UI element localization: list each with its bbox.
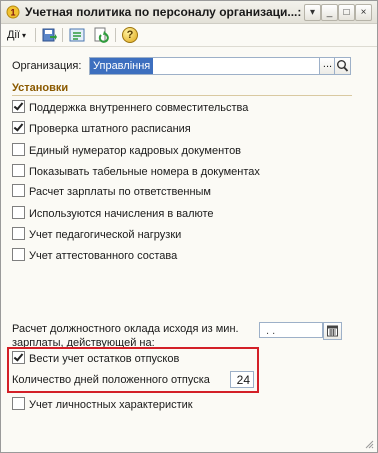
window: 1 Учетная политика по персоналу организа… (0, 0, 378, 453)
checkbox-label: Расчет зарплаты по ответственным (29, 186, 211, 198)
chevron-down-icon: ▾ (21, 31, 26, 40)
vacation-days-label: Количество дней положенного отпуска (12, 374, 210, 386)
checkbox-label: Учет педагогической нагрузки (29, 229, 182, 241)
checkbox[interactable] (12, 248, 25, 261)
checkbox[interactable] (12, 164, 25, 177)
setting-checkbox-row[interactable]: Расчет зарплаты по ответственным (12, 184, 211, 200)
vacation-tracking-row[interactable]: Вести учет остатков отпусков (12, 351, 179, 367)
vacation-days-input[interactable]: 24 (230, 371, 254, 388)
personal-traits-label: Учет личностных характеристик (29, 399, 193, 411)
salary-calc-label: Расчет должностного оклада исходя из мин… (12, 323, 239, 349)
dropdown-icon[interactable]: ▾ (304, 4, 321, 21)
save-close-icon[interactable] (41, 27, 57, 43)
toolbar: Дії ▾ ? (1, 24, 377, 47)
help-glyph: ? (126, 29, 134, 41)
checkbox[interactable] (12, 184, 25, 197)
setting-checkbox-row[interactable]: Учет аттестованного состава (12, 248, 177, 264)
checkbox-label: Используются начисления в валюте (29, 208, 214, 220)
calendar-button[interactable] (323, 322, 342, 340)
structure-icon[interactable] (69, 27, 85, 43)
section-divider (12, 95, 352, 96)
close-icon[interactable]: × (355, 4, 372, 21)
checkbox-label: Поддержка внутреннего совместительства (29, 102, 249, 114)
salary-calc-date-input[interactable]: . . (259, 322, 323, 338)
app-icon: 1 (6, 5, 20, 19)
organization-value: Управління (90, 58, 154, 74)
organization-input[interactable]: Управління (89, 57, 321, 75)
personal-traits-checkbox[interactable] (12, 397, 25, 410)
checkbox[interactable] (12, 100, 25, 113)
title-bar: 1 Учетная политика по персоналу организа… (1, 1, 377, 24)
checkbox-label: Единый нумератор кадровых документов (29, 145, 242, 157)
calendar-icon (327, 325, 338, 337)
window-title: Учетная политика по персоналу организаци… (25, 5, 315, 19)
checkbox-label: Проверка штатного расписания (29, 123, 191, 135)
svg-text:1: 1 (10, 8, 15, 18)
setting-checkbox-row[interactable]: Используются начисления в валюте (12, 206, 214, 222)
ellipsis-icon: ... (322, 58, 333, 70)
maximize-icon[interactable]: □ (338, 4, 355, 21)
vacation-tracking-label: Вести учет остатков отпусков (29, 353, 180, 365)
setting-checkbox-row[interactable]: Учет педагогической нагрузки (12, 227, 181, 243)
toolbar-separator (62, 28, 63, 42)
minimize-icon[interactable]: _ (321, 4, 338, 21)
checkbox[interactable] (12, 206, 25, 219)
checkbox[interactable] (12, 227, 25, 240)
organization-label: Организация: (12, 60, 82, 72)
search-icon (337, 60, 349, 72)
checkbox[interactable] (12, 121, 25, 134)
organization-search-button[interactable] (334, 57, 351, 75)
settings-section-title: Установки (12, 82, 69, 94)
setting-checkbox-row[interactable]: Единый нумератор кадровых документов (12, 143, 241, 159)
checkbox[interactable] (12, 143, 25, 156)
checkbox-label: Учет аттестованного состава (29, 250, 178, 262)
personal-traits-row[interactable]: Учет личностных характеристик (12, 397, 193, 413)
setting-checkbox-row[interactable]: Показывать табельные номера в документах (12, 164, 260, 180)
actions-menu-label: Дії (7, 29, 20, 41)
vacation-tracking-checkbox[interactable] (12, 351, 25, 364)
help-icon[interactable]: ? (122, 27, 138, 43)
checkbox-label: Показывать табельные номера в документах (29, 166, 260, 178)
setting-checkbox-row[interactable]: Поддержка внутреннего совместительства (12, 100, 248, 116)
toolbar-separator (35, 28, 36, 42)
refresh-icon[interactable] (93, 27, 109, 43)
toolbar-separator (115, 28, 116, 42)
resize-grip-icon[interactable] (364, 439, 374, 449)
actions-menu-button[interactable]: Дії ▾ (5, 27, 28, 43)
setting-checkbox-row[interactable]: Проверка штатного расписания (12, 121, 191, 137)
